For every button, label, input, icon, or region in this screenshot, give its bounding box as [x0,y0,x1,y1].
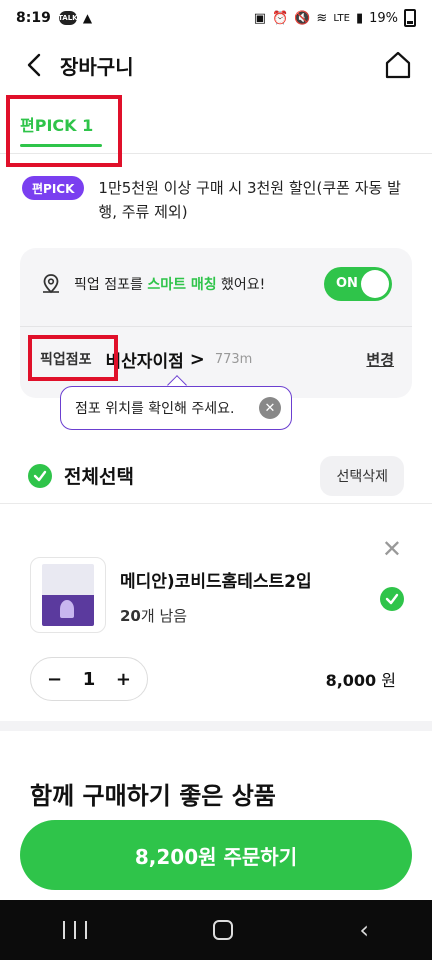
page-title: 장바구니 [60,54,134,79]
select-all-label[interactable]: 전체선택 [64,462,134,489]
network-label: LTE [333,12,350,24]
matching-text-post: 했어요! [216,277,266,293]
home-icon [385,51,411,79]
item-checkbox[interactable] [380,587,404,611]
price-currency: 원 [381,671,396,690]
warning-icon: ▲ [82,11,93,25]
recent-apps-button[interactable] [63,921,88,939]
price-value: 8,000 [325,671,377,690]
quantity-plus-button[interactable]: + [116,669,131,690]
smart-matching-row: 픽업 점포를 스마트 매칭 했어요! ON [40,266,392,302]
stock-remaining: 20개 남음 [120,605,187,626]
highlight-box-tab [6,95,122,167]
product-image [42,564,94,626]
remove-item-button[interactable]: ✕ [382,535,402,563]
battery-icon [404,9,416,27]
cart-item: ✕ 메디안)코비드홈테스트2입 20개 남음 − 1 + 8,000 원 [0,505,432,731]
card-divider [20,326,412,327]
battery-level: 19% [369,10,398,26]
promo-text: 1만5천원 이상 구매 시 3천원 할인(쿠폰 자동 발행, 주류 제외) [98,179,401,221]
wifi-icon: ≋ [316,10,328,26]
home-button[interactable] [382,49,414,81]
app-header: 장바구니 [0,36,432,94]
toggle-label: ON [336,276,358,291]
system-icons: ▣ ⏰ 🔇 ≋ LTE ▮ 19% [254,9,416,27]
recommendation-title: 함께 구매하기 좋은 상품 [30,782,276,810]
item-price: 8,000 원 [326,667,396,691]
stock-count: 20 [120,607,141,625]
back-nav-button[interactable]: ‹ [359,916,369,944]
store-distance: 773m [214,351,253,367]
order-button[interactable]: 8,200원 주문하기 [20,820,412,890]
lock-icon: ▣ [253,10,267,26]
status-bar: 8:19 TALK ▲ ▣ ⏰ 🔇 ≋ LTE ▮ 19% [0,0,432,36]
promo-badge: 편PICK [22,176,85,200]
change-store-button[interactable]: 변경 [366,349,394,370]
select-all-row: 전체선택 선택삭제 [0,448,432,504]
product-thumbnail[interactable] [30,557,106,633]
select-all-checkbox[interactable] [28,463,52,488]
system-nav-bar: ‹ [0,900,432,960]
chevron-left-icon [27,53,41,77]
stock-suffix: 개 남음 [140,607,188,625]
notification-icons: TALK ▲ [58,11,93,25]
back-button[interactable] [12,43,56,87]
mute-icon: 🔇 [294,10,311,26]
quantity-stepper: − 1 + [30,657,148,701]
map-pin-icon [43,274,59,294]
tooltip-text: 점포 위치를 확인해 주세요. [75,401,235,417]
product-name[interactable]: 메디안)코비드홈테스트2입 [120,567,312,592]
quantity-minus-button[interactable]: − [47,669,62,690]
signal-icon: ▮ [355,10,364,26]
chevron-right-icon: > [189,348,205,370]
highlight-box-pickup [28,335,118,381]
smart-matching-toggle[interactable]: ON [324,267,392,301]
store-location-tooltip: 점포 위치를 확인해 주세요. ✕ [60,386,292,430]
alarm-icon: ⏰ [272,10,289,26]
toggle-knob [361,270,389,298]
smart-matching-message: 픽업 점포를 스마트 매칭 했어요! [74,274,265,294]
matching-text-pre: 픽업 점포를 [74,277,148,293]
delete-selected-button[interactable]: 선택삭제 [320,455,404,496]
promo-banner: 편PICK 1만5천원 이상 구매 시 3천원 할인(쿠폰 자동 발행, 주류 … [22,176,418,224]
quantity-value: 1 [82,668,96,690]
matching-text-highlight: 스마트 매칭 [147,277,217,293]
status-time: 8:19 [16,10,51,26]
check-icon [33,470,47,481]
home-nav-button[interactable] [213,920,234,940]
tooltip-close-button[interactable]: ✕ [259,397,281,419]
talk-notification-icon: TALK [58,11,78,25]
check-icon [385,593,399,605]
